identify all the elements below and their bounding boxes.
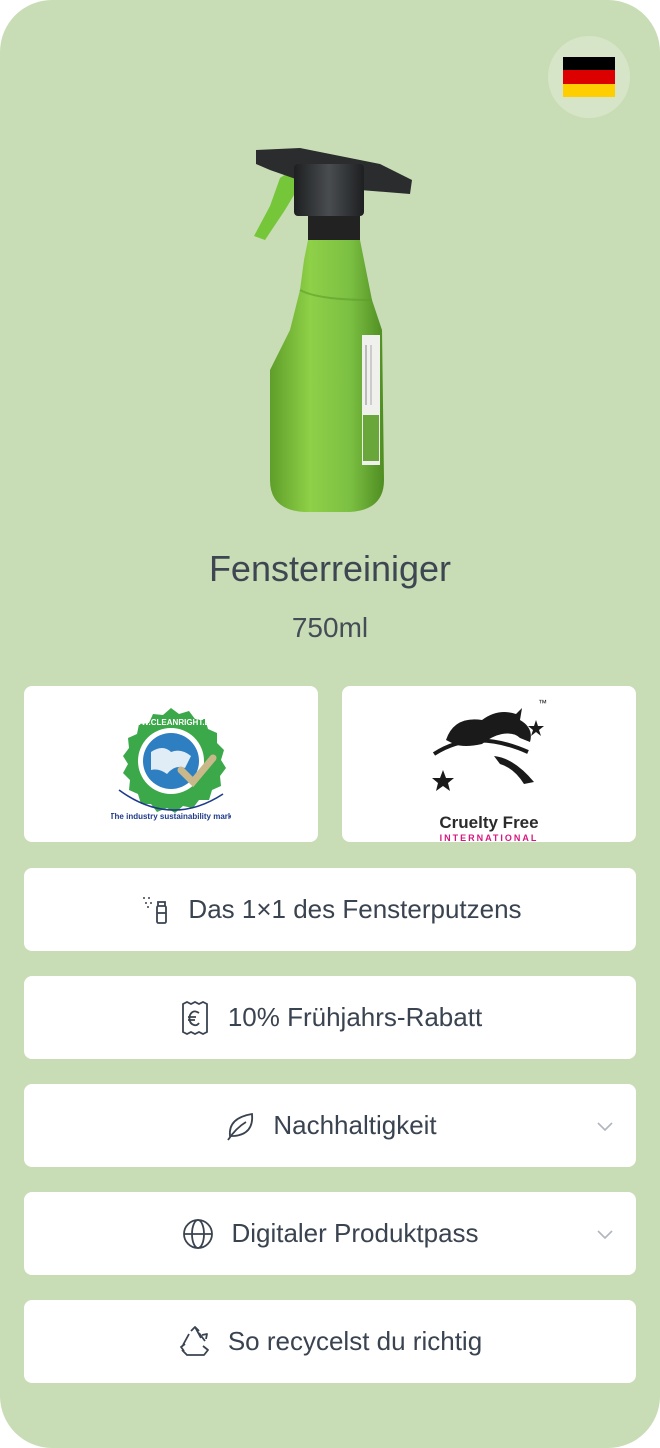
leaf-icon	[223, 1109, 257, 1143]
cruelty-free-certificate[interactable]: ™ Cruelty Free INTERNATIONAL	[342, 686, 636, 843]
digital-product-passport-button[interactable]: Digitaler Produktpass	[24, 1192, 636, 1275]
globe-icon	[181, 1217, 215, 1251]
cruelty-free-text: Cruelty Free	[439, 813, 539, 832]
trademark-symbol: ™	[538, 698, 547, 708]
sustainability-button[interactable]: Nachhaltigkeit	[24, 1084, 636, 1167]
product-size: 750ml	[291, 612, 369, 643]
sustainability-label: Nachhaltigkeit	[273, 1110, 437, 1140]
german-flag-icon	[563, 57, 615, 97]
recycle-icon	[178, 1325, 212, 1359]
digital-product-passport-label: Digitaler Produktpass	[231, 1218, 479, 1248]
cleanright-url: WWW.CLEANRIGHT.EU	[126, 718, 216, 727]
chevron-down-icon	[597, 1121, 613, 1131]
window-cleaning-guide-label: Das 1×1 des Fensterputzens	[188, 894, 522, 924]
spring-discount-label: 10% Frühjahrs-Rabatt	[227, 1002, 483, 1032]
cruelty-free-logo: ™ Cruelty Free INTERNATIONAL	[424, 698, 554, 843]
cleanright-certificate[interactable]: The industry sustainability mark WWW.CLE…	[24, 686, 318, 842]
spray-icon	[138, 893, 172, 927]
recycling-guide-button[interactable]: So recycelst du richtig	[24, 1300, 636, 1383]
spring-discount-button[interactable]: 10% Frühjahrs-Rabatt	[24, 976, 636, 1059]
product-image	[254, 148, 412, 512]
recycling-guide-label: So recycelst du richtig	[227, 1326, 483, 1356]
cleanright-tagline: The industry sustainability mark	[111, 812, 231, 821]
window-cleaning-guide-button[interactable]: Das 1×1 des Fensterputzens	[24, 868, 636, 951]
product-title: Fensterreiniger	[208, 548, 452, 589]
chevron-down-icon	[597, 1229, 613, 1239]
cleanright-logo-icon: The industry sustainability mark WWW.CLE…	[111, 708, 231, 821]
language-selector[interactable]	[548, 36, 630, 118]
euro-receipt-icon	[178, 1000, 212, 1035]
product-page: Fensterreiniger 750ml The industry susta…	[0, 0, 660, 1448]
leaping-bunny-icon	[432, 708, 544, 791]
international-text: INTERNATIONAL	[439, 833, 539, 843]
